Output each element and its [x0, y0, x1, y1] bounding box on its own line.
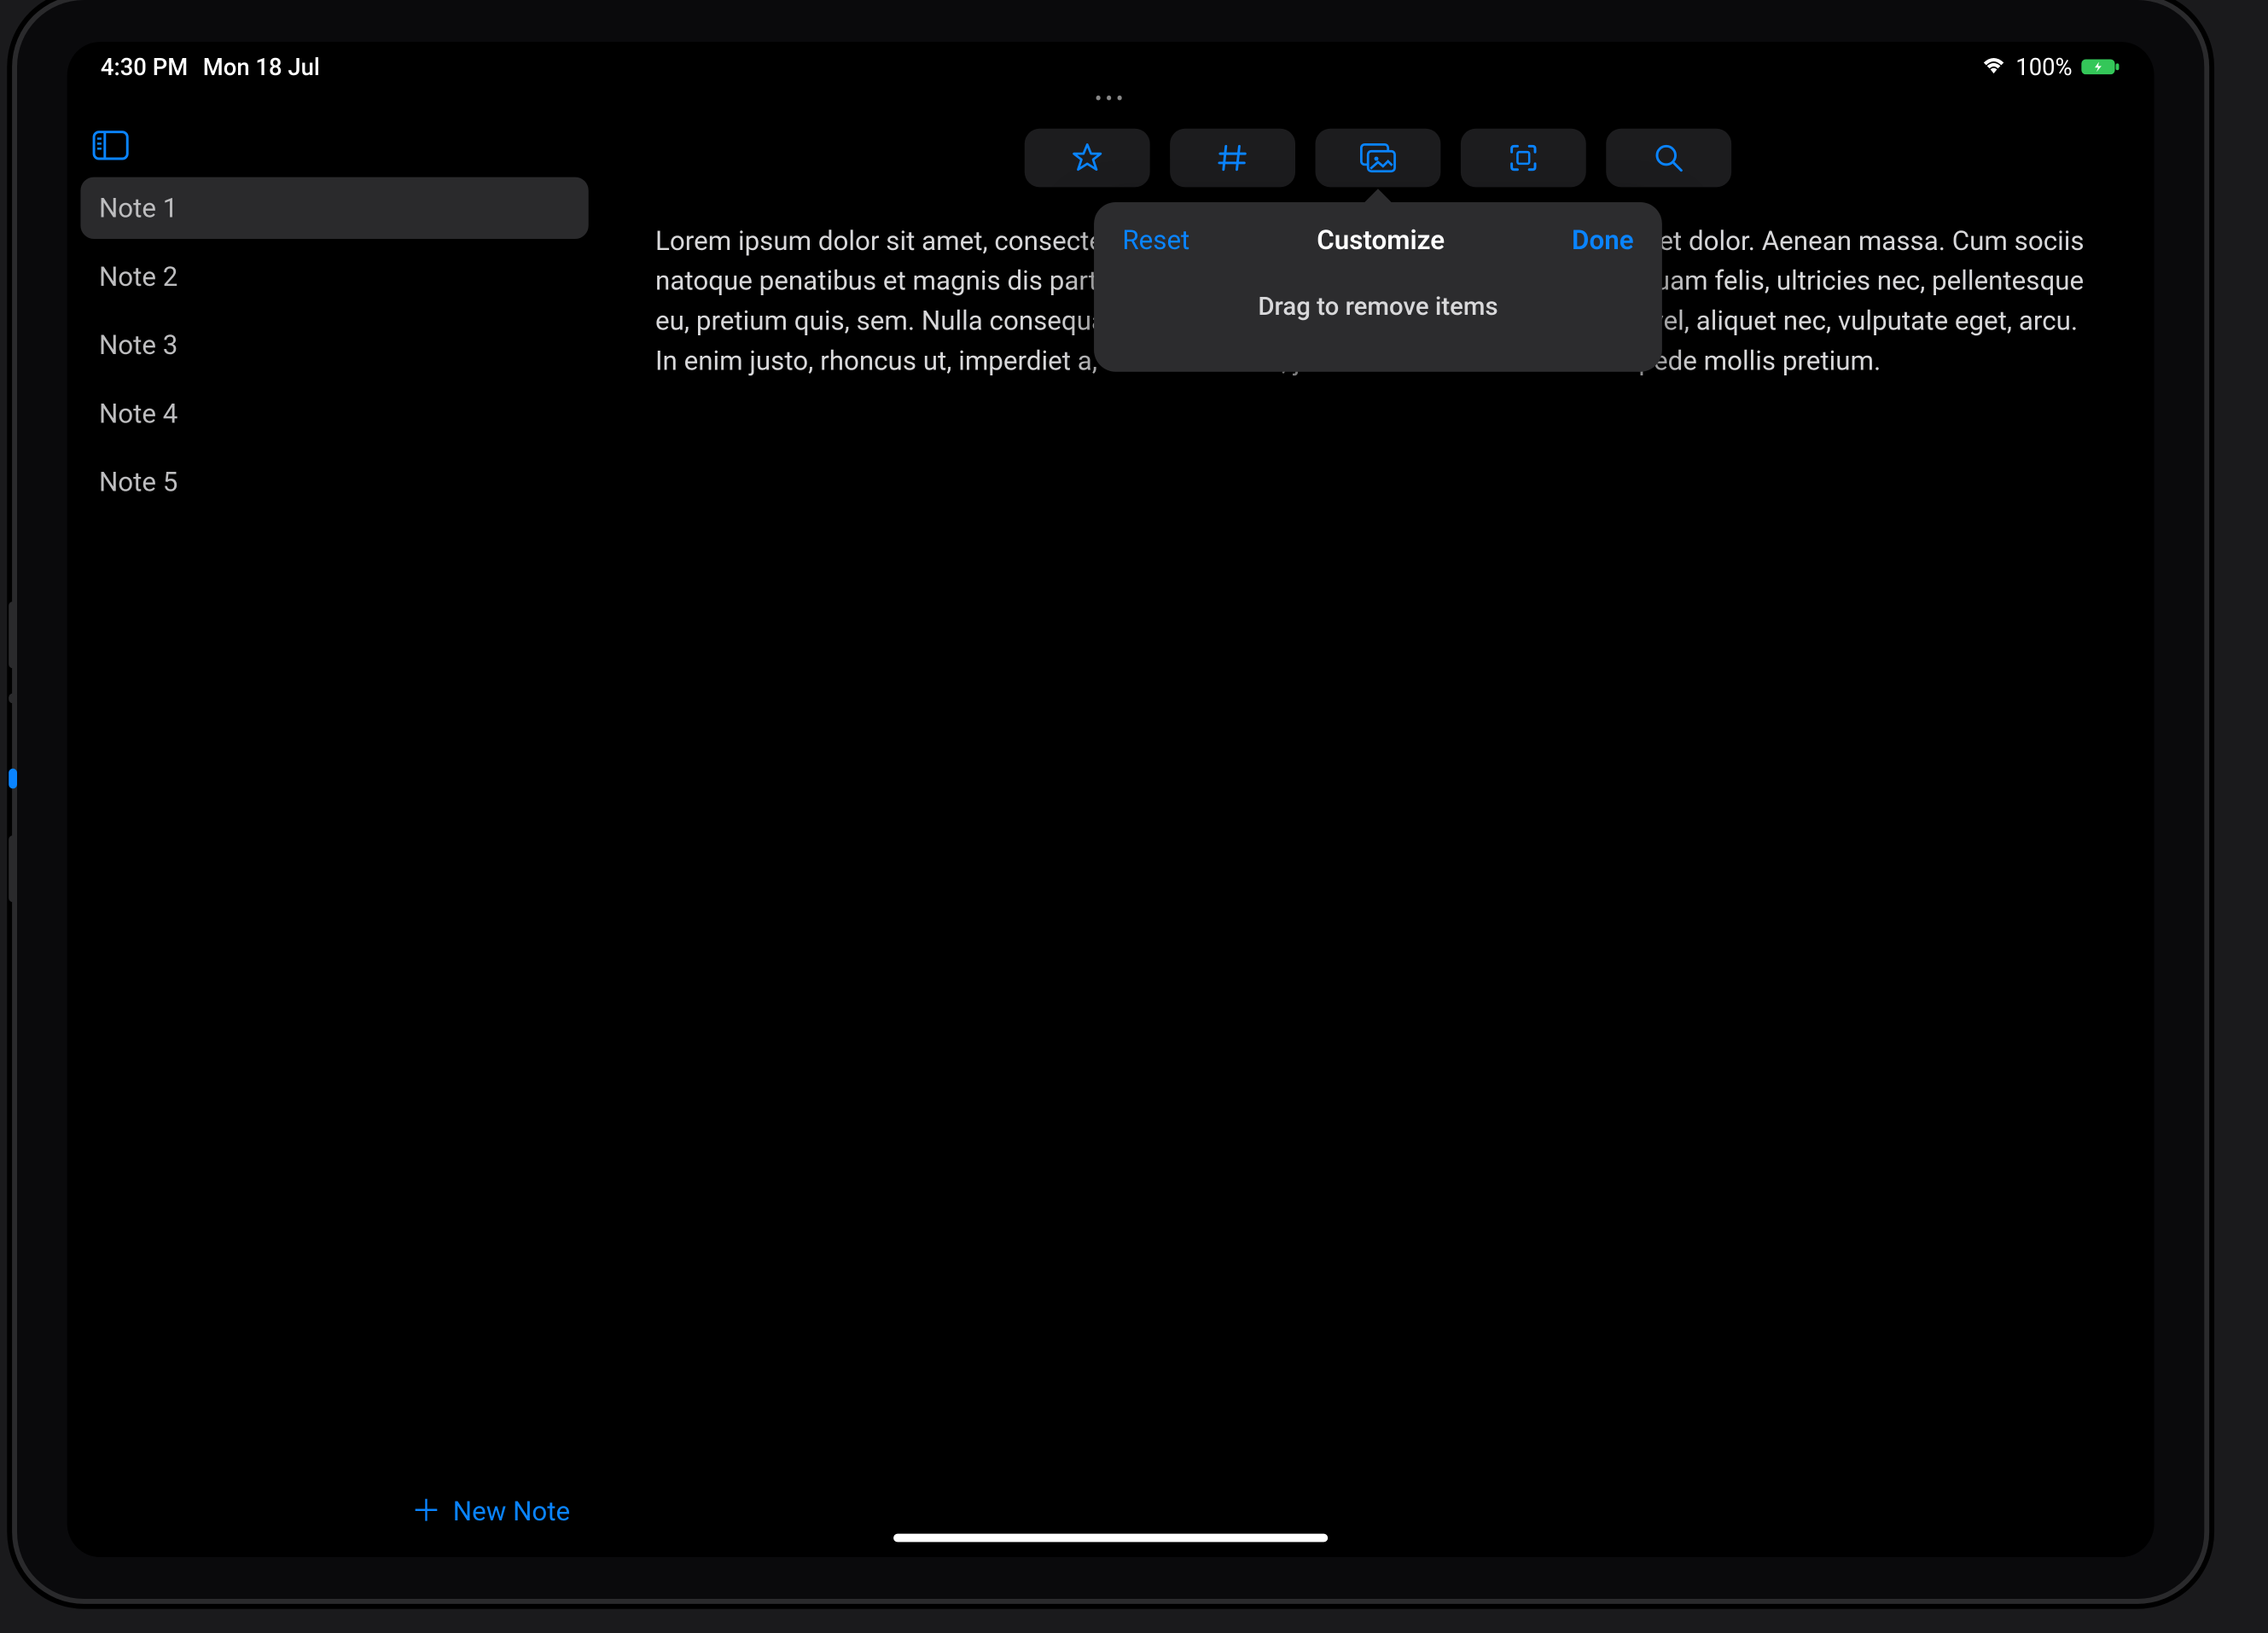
- plus-icon: ＋: [411, 1496, 441, 1526]
- note-list: Note 1 Note 2 Note 3 Note 4 Note 5: [80, 177, 588, 1482]
- note-item-4[interactable]: Note 4: [80, 382, 588, 444]
- more-menu-icon[interactable]: •••: [67, 87, 2155, 112]
- ipad-frame: 4:30 PM Mon 18 Jul 100% •••: [17, 0, 2204, 1599]
- toolbar-scan-button[interactable]: [1461, 129, 1586, 188]
- toolbar-search-button[interactable]: [1606, 129, 1731, 188]
- hw-side-button-3: [9, 769, 17, 788]
- home-indicator[interactable]: [893, 1534, 1328, 1543]
- screen: 4:30 PM Mon 18 Jul 100% •••: [67, 42, 2155, 1557]
- note-title: Note 1: [99, 192, 177, 224]
- star-icon: [1071, 141, 1104, 174]
- images-icon: [1358, 141, 1398, 174]
- note-item-1[interactable]: Note 1: [80, 177, 588, 239]
- new-note-button[interactable]: ＋ New Note: [80, 1482, 588, 1547]
- note-title: Note 3: [99, 329, 177, 361]
- hw-side-button-1: [9, 601, 17, 668]
- status-time: 4:30 PM: [101, 53, 188, 80]
- search-icon: [1652, 141, 1685, 174]
- note-title: Note 4: [99, 398, 177, 429]
- popover-done-button[interactable]: Done: [1572, 224, 1633, 255]
- status-bar: 4:30 PM Mon 18 Jul 100%: [67, 42, 2155, 92]
- scan-icon: [1507, 141, 1540, 174]
- popover-hint: Drag to remove items: [1094, 267, 1662, 371]
- new-note-label: New Note: [453, 1496, 570, 1527]
- sidebar-toggle-icon[interactable]: [92, 131, 577, 160]
- main-area: Lorem ipsum dolor sit amet, consectetuer…: [602, 112, 2154, 1557]
- note-title: Note 2: [99, 260, 177, 292]
- note-item-2[interactable]: Note 2: [80, 246, 588, 307]
- battery-charging-icon: [2080, 57, 2120, 77]
- customize-popover: Reset Customize Done Drag to remove item…: [1094, 202, 1662, 372]
- wifi-icon: [1980, 57, 2007, 77]
- hash-icon: [1216, 141, 1249, 174]
- hw-side-button-4: [9, 835, 17, 902]
- note-item-5[interactable]: Note 5: [80, 451, 588, 513]
- toolbar-gallery-button[interactable]: [1316, 129, 1441, 188]
- note-item-3[interactable]: Note 3: [80, 314, 588, 375]
- status-date: Mon 18 Jul: [203, 53, 320, 80]
- hw-side-button-2: [9, 694, 17, 704]
- sidebar: Note 1 Note 2 Note 3 Note 4 Note 5 ＋ New…: [67, 112, 602, 1557]
- toolbar-favorite-button[interactable]: [1025, 129, 1150, 188]
- note-title: Note 5: [99, 466, 177, 497]
- battery-pct: 100%: [2015, 53, 2072, 80]
- popover-title: Customize: [1317, 224, 1445, 255]
- popover-reset-button[interactable]: Reset: [1122, 224, 1189, 255]
- toolbar-tag-button[interactable]: [1170, 129, 1295, 188]
